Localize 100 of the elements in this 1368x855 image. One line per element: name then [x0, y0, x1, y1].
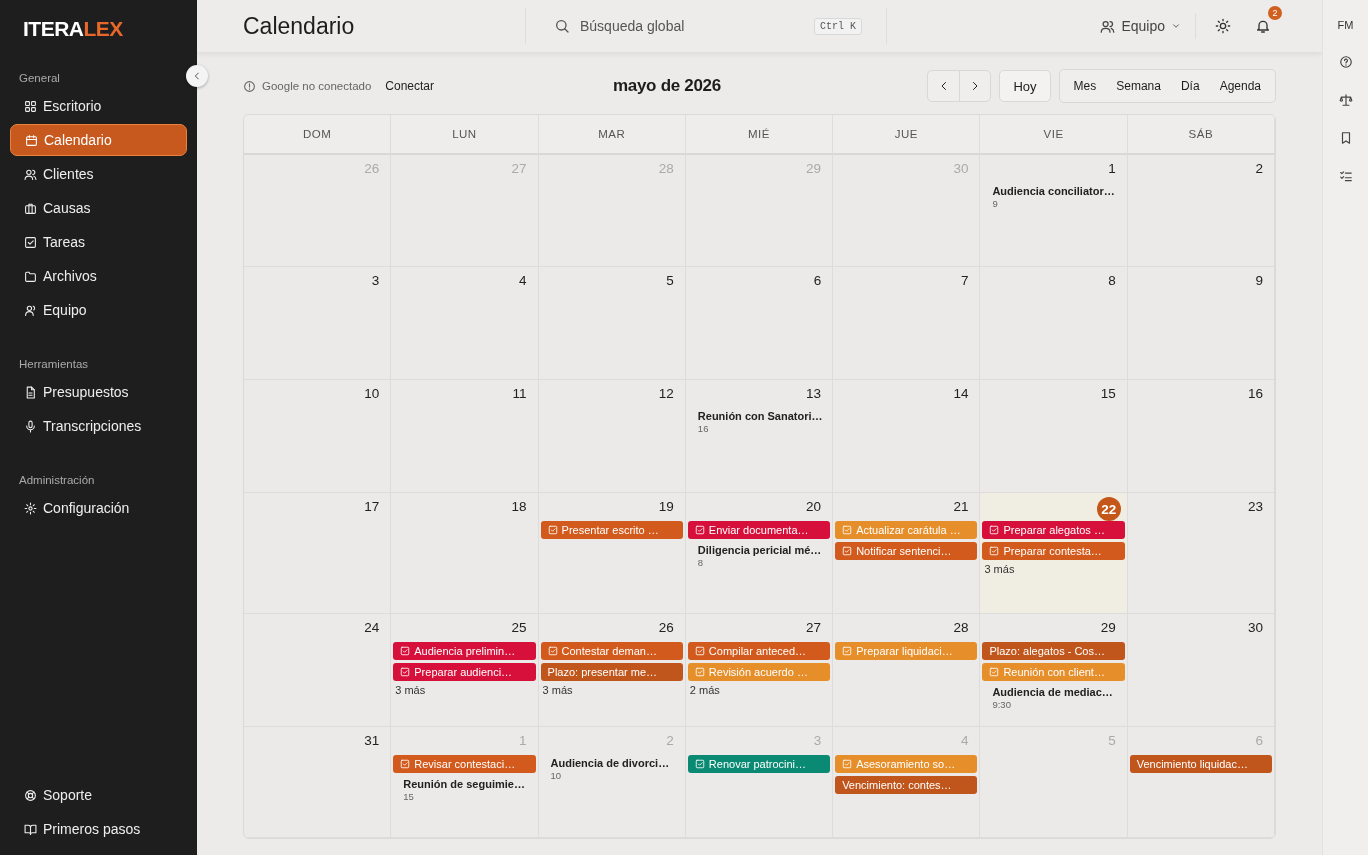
day-cell[interactable]: 6 Vencimiento liquidac…: [1127, 727, 1275, 838]
collapse-button[interactable]: [186, 65, 208, 87]
day-cell[interactable]: 3: [244, 267, 392, 380]
more-link[interactable]: 2 más: [687, 684, 831, 696]
day-cell[interactable]: 12: [538, 380, 686, 493]
search-field[interactable]: Búsqueda global: [578, 17, 806, 35]
sidebar-item[interactable]: Escritorio: [10, 90, 187, 122]
day-cell[interactable]: 25 Audiencia prelimin… Preparar audienci… 3 más: [391, 614, 539, 727]
sidebar-item[interactable]: Tareas: [10, 226, 187, 258]
more-link[interactable]: 3 más: [540, 684, 683, 696]
day-cell[interactable]: 18: [391, 493, 539, 614]
view-button[interactable]: Mes: [1063, 70, 1107, 102]
more-link[interactable]: 3 más: [982, 563, 1125, 575]
checklist-icon[interactable]: [1338, 169, 1353, 183]
sidebar-item[interactable]: Equipo: [10, 294, 187, 326]
day-cell[interactable]: 9: [1127, 267, 1275, 380]
event-title[interactable]: Audiencia de divorci…: [550, 757, 675, 769]
more-link[interactable]: 3 más: [393, 684, 536, 696]
sidebar-item[interactable]: Calendario: [10, 124, 187, 156]
sidebar-item[interactable]: Archivos: [10, 260, 187, 292]
day-cell[interactable]: 5: [538, 267, 686, 380]
event-chip[interactable]: Preparar audienci…: [393, 663, 536, 681]
event-chip[interactable]: Preparar alegatos …: [982, 521, 1125, 539]
event-chip[interactable]: Audiencia prelimin…: [393, 642, 536, 660]
sidebar-item[interactable]: Clientes: [10, 158, 187, 190]
sidebar-item[interactable]: Configuración: [10, 492, 187, 524]
sidebar-item[interactable]: Soporte: [10, 779, 187, 811]
event-chip[interactable]: Vencimiento: contes…: [835, 776, 978, 794]
day-number: 28: [953, 620, 969, 637]
day-cell[interactable]: 28 Preparar liquidaci…: [833, 614, 981, 727]
view-button[interactable]: Agenda: [1209, 70, 1271, 102]
day-cell[interactable]: 19 Presentar escrito …: [538, 493, 686, 614]
day-number: 30: [1247, 620, 1263, 637]
day-cell[interactable]: 27 Compilar anteced… Revisión acuerdo … 2 más: [685, 614, 834, 727]
day-cell[interactable]: 29 Plazo: alegatos - Cos… Reunión con client… Audiencia de mediac… 9:30: [980, 614, 1128, 727]
day-cell[interactable]: 2 Audiencia de divorci… 10: [538, 727, 686, 838]
help-icon[interactable]: [1338, 55, 1353, 69]
scale-icon[interactable]: [1338, 93, 1353, 107]
day-cell[interactable]: 21 Actualizar carátula … Notificar sentenci…: [833, 493, 981, 614]
today-button[interactable]: Hoy: [999, 70, 1051, 102]
event-chip[interactable]: Vencimiento liquidac…: [1129, 755, 1272, 773]
day-cell[interactable]: 10: [244, 380, 392, 493]
day-cell[interactable]: 1 Audiencia conciliator… 9: [980, 155, 1128, 267]
checkbox-icon: [24, 235, 37, 249]
day-cell[interactable]: 2: [1127, 155, 1275, 267]
event-chip[interactable]: Contestar deman…: [540, 642, 683, 660]
day-cell[interactable]: 3 Renovar patrocini…: [685, 727, 834, 838]
notification-badge: 2: [1268, 6, 1282, 20]
checkbox-icon: [989, 546, 1000, 556]
view-button[interactable]: Semana: [1106, 70, 1171, 102]
day-number: 29: [1100, 620, 1116, 637]
checkbox-icon: [547, 525, 558, 535]
event-chip[interactable]: Compilar anteced…: [687, 642, 831, 660]
day-cell[interactable]: 23: [1127, 493, 1275, 614]
view-button[interactable]: Día: [1170, 70, 1210, 102]
day-cell[interactable]: 6: [685, 267, 834, 380]
day-cell[interactable]: 24: [244, 614, 392, 727]
day-cell[interactable]: 16: [1127, 380, 1275, 493]
event-chip[interactable]: Presentar escrito …: [540, 521, 683, 539]
shortcut-hint: Ctrl K: [814, 17, 862, 35]
event-title[interactable]: Diligencia pericial mé…: [697, 544, 823, 556]
day-cell[interactable]: 22 Preparar alegatos … Preparar contesta… 3 más: [980, 493, 1128, 614]
sidebar-item[interactable]: Primeros pasos: [10, 813, 187, 845]
day-number: 1: [1108, 161, 1116, 178]
day-cell[interactable]: 1 Revisar contestaci… Reunión de seguimie… 15: [391, 727, 539, 838]
day-cell[interactable]: 31: [244, 727, 392, 838]
day-cell[interactable]: 4 Asesoramiento so… Vencimiento: contes…: [833, 727, 981, 838]
event-title[interactable]: Reunión con Sanatori…: [697, 410, 823, 422]
event-chip[interactable]: Enviar documenta…: [687, 521, 831, 539]
event-title[interactable]: Reunión de seguimie…: [403, 778, 528, 790]
day-cell[interactable]: 4: [391, 267, 539, 380]
event-chip[interactable]: Notificar sentenci…: [835, 542, 978, 560]
day-number: 27: [806, 620, 822, 637]
event-chip[interactable]: Preparar contesta…: [982, 542, 1125, 560]
user-initials[interactable]: FM: [1337, 19, 1354, 31]
calendar-icon: [25, 133, 38, 147]
event-chip[interactable]: Plazo: presentar me…: [540, 663, 683, 681]
day-cell[interactable]: 30: [1127, 614, 1275, 727]
sidebar-item[interactable]: Presupuestos: [10, 376, 187, 408]
event-title[interactable]: Audiencia de mediac…: [992, 686, 1117, 698]
event-chip[interactable]: Revisar contestaci…: [393, 755, 536, 773]
checkbox-icon: [842, 525, 853, 535]
weekday-header: DOM: [244, 115, 392, 155]
event-title[interactable]: Audiencia conciliator…: [992, 185, 1117, 197]
day-cell[interactable]: 26 Contestar deman… Plazo: presentar me… 3 más: [538, 614, 686, 727]
sidebar-item[interactable]: Causas: [10, 192, 187, 224]
day-cell[interactable]: 8: [980, 267, 1128, 380]
day-cell[interactable]: 20 Enviar documenta… Diligencia pericial mé… 8: [685, 493, 834, 614]
team-dropdown[interactable]: Equipo: [1100, 18, 1181, 34]
event-chip[interactable]: Renovar patrocini…: [687, 755, 831, 773]
event-chip[interactable]: Plazo: alegatos - Cos…: [982, 642, 1125, 660]
day-cell[interactable]: 14: [833, 380, 981, 493]
weekday-header: SÁB: [1127, 115, 1275, 155]
day-cell[interactable]: 17: [244, 493, 392, 614]
sidebar-item[interactable]: Transcripciones: [10, 410, 187, 442]
day-cell[interactable]: 7: [833, 267, 981, 380]
day-cell[interactable]: 13 Reunión con Sanatori… 16: [685, 380, 834, 493]
day-number: 4: [519, 273, 527, 290]
connect-link[interactable]: Conectar: [385, 79, 435, 93]
day-cell[interactable]: 11: [391, 380, 539, 493]
